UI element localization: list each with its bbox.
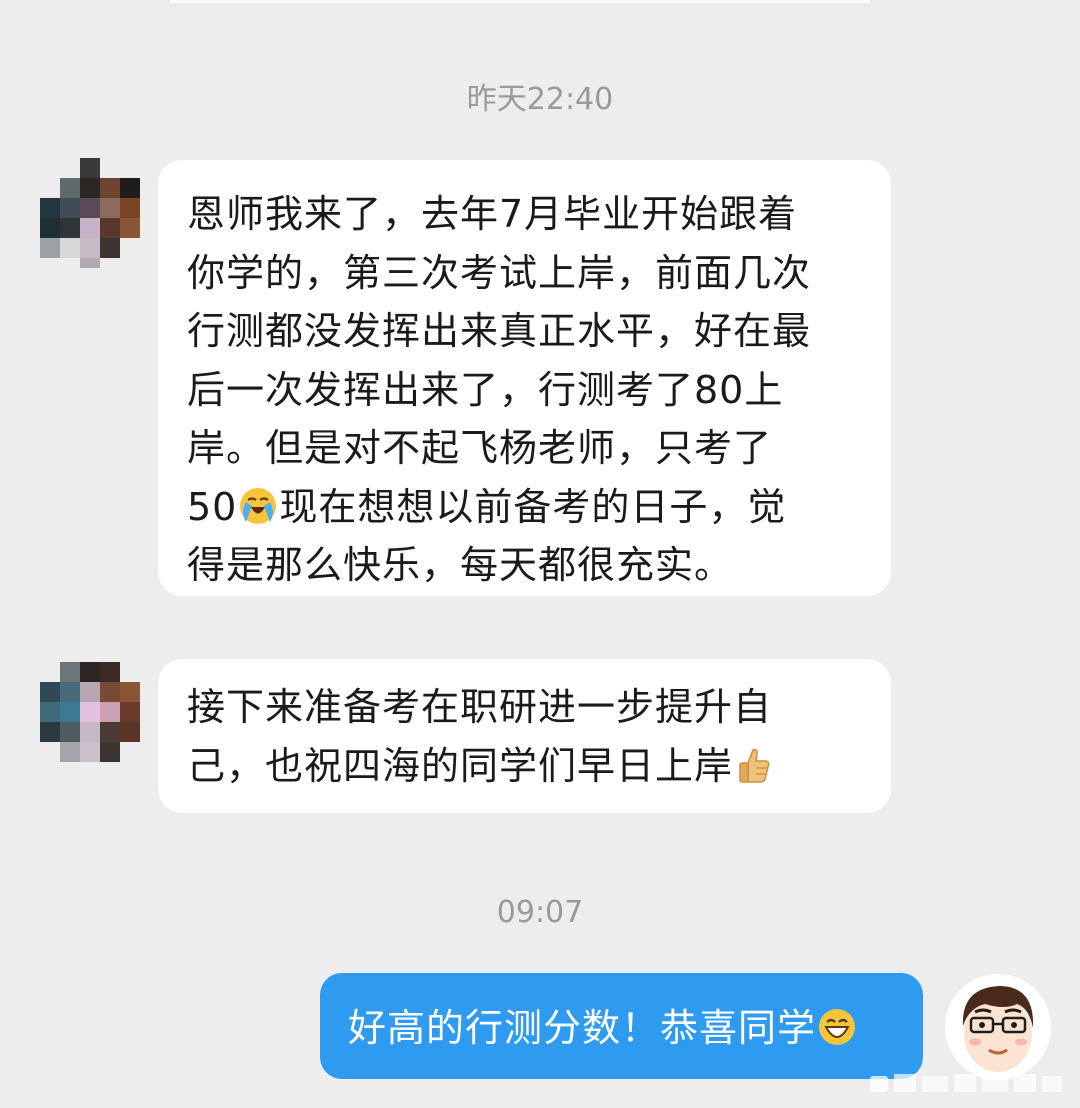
my-avatar[interactable] [945,974,1051,1080]
message-line: 恩师我来了，去年7月毕业开始跟着 [187,192,798,236]
outgoing-message[interactable]: 好高的行测分数！恭喜同学 [320,973,923,1079]
top-edge [170,0,870,3]
message-line: 50 现在想想以前备考的日子，觉 [187,478,865,537]
incoming-message-1[interactable]: 恩师我来了，去年7月毕业开始跟着 你学的，第三次考试上岸，前面几次 行测都没发挥… [158,160,891,596]
message-text: 好高的行测分数！恭喜同学 [348,1006,817,1050]
sender-avatar-pixelated[interactable] [40,662,140,772]
sender-avatar-pixelated[interactable] [40,158,140,268]
grinning-face-icon [819,1009,856,1045]
loudly-crying-face-icon [240,487,277,524]
message-line: 岸。但是对不起飞杨老师，只考了 [187,426,773,470]
thumbs-up-icon [739,748,770,783]
message-line: 接下来准备考在职研进一步提升自 [187,685,773,729]
timestamp-yesterday: 昨天22:40 [466,82,614,117]
message-text: 己，也祝四海的同学们早日上岸 [187,743,734,788]
message-line: 己，也祝四海的同学们早日上岸 [187,737,865,796]
message-line: 你学的，第三次考试上岸，前面几次 [187,250,812,295]
watermark-logo [870,1074,1062,1092]
message-line: 行测都没发挥出来真正水平，好在最 [187,309,812,353]
incoming-message-2[interactable]: 接下来准备考在职研进一步提升自 己，也祝四海的同学们早日上岸 [158,659,891,813]
message-text: 现在想想以前备考的日子，觉 [279,484,787,529]
message-text: 50 [187,484,238,529]
message-line: 后一次发挥出来了，行测考了80上 [187,367,784,412]
message-line: 得是那么快乐，每天都很充实。 [187,543,734,587]
timestamp-today: 09:07 [496,895,584,930]
